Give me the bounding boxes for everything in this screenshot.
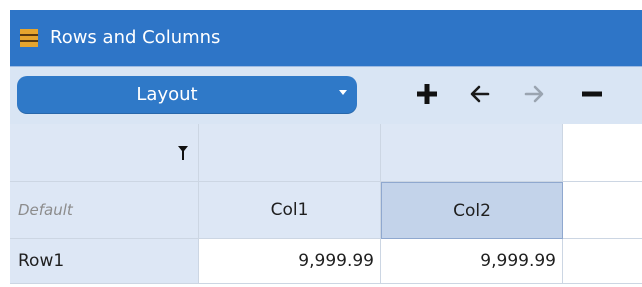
window-title: Rows and Columns	[50, 27, 221, 48]
data-grid: Default Col1 Col2 Row1 9,999.99 9,999.99	[10, 124, 642, 287]
rows-and-columns-window: Rows and Columns Layout Default Col1 Col…	[10, 10, 642, 287]
filter-icon[interactable]	[178, 146, 188, 160]
chevron-down-icon	[339, 90, 347, 95]
grid-empty-area	[563, 239, 642, 284]
column-header-col1[interactable]: Col1	[199, 182, 381, 239]
move-left-button[interactable]	[466, 77, 494, 111]
grid-empty-area	[563, 124, 642, 182]
filter-cell[interactable]	[10, 124, 199, 182]
toolbar: Layout	[10, 66, 642, 125]
cell-row1-col1[interactable]: 9,999.99	[199, 239, 381, 284]
filter-row	[10, 124, 642, 182]
row-header-row1[interactable]: Row1	[10, 239, 199, 284]
cell-row1-col2[interactable]: 9,999.99	[381, 239, 563, 284]
grid-empty-area	[563, 182, 642, 239]
column-header-col2[interactable]: Col2	[381, 182, 563, 239]
default-label: Default	[10, 182, 199, 239]
plus-icon	[417, 84, 437, 104]
table-icon	[20, 29, 38, 47]
arrow-left-icon	[470, 85, 490, 103]
move-right-button[interactable]	[520, 77, 548, 111]
column-header-row: Default Col1 Col2	[10, 182, 642, 239]
remove-button[interactable]	[578, 77, 606, 111]
filter-cell-col1[interactable]	[199, 124, 381, 182]
table-row: Row1 9,999.99 9,999.99	[10, 239, 642, 284]
minus-icon	[582, 91, 602, 97]
add-button[interactable]	[413, 77, 441, 111]
layout-dropdown[interactable]: Layout	[17, 76, 357, 114]
arrow-right-icon	[524, 85, 544, 103]
filter-cell-col2[interactable]	[381, 124, 563, 182]
layout-dropdown-label: Layout	[136, 84, 198, 105]
title-bar: Rows and Columns	[10, 10, 642, 66]
